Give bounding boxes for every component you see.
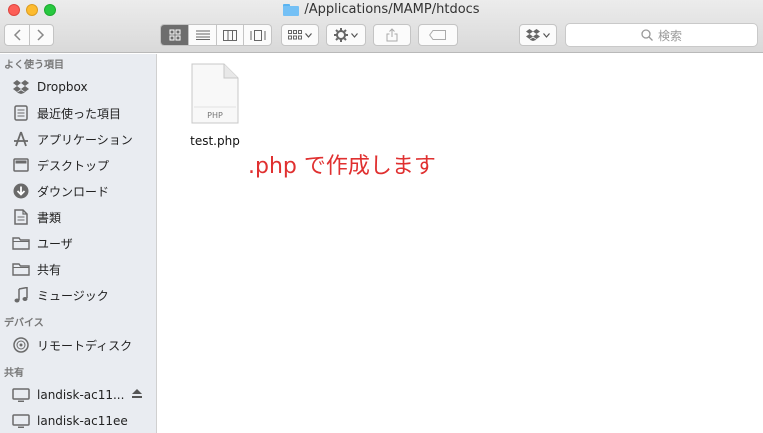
folder-icon — [12, 234, 30, 252]
dropbox-icon — [12, 78, 30, 96]
sidebar-item-label: アプリケーション — [37, 132, 133, 147]
php-file-icon: PHP — [191, 63, 239, 124]
gear-icon — [334, 28, 348, 42]
sidebar-item-remote-disc[interactable]: リモートディスク — [0, 332, 156, 358]
tags-button[interactable] — [418, 24, 458, 46]
recents-icon — [12, 104, 30, 122]
sidebar-item-label: ダウンロード — [37, 184, 110, 199]
search-placeholder: 検索 — [657, 28, 682, 43]
sidebar-item-user[interactable]: ユーザ — [0, 230, 156, 256]
sidebar-section-devices: デバイス — [4, 318, 44, 329]
sidebar-item-label: ミュージック — [37, 288, 109, 303]
sidebar-item-label: 最近使った項目 — [37, 106, 122, 121]
search-field[interactable]: 検索 — [565, 23, 758, 47]
chevron-down-icon — [351, 32, 358, 38]
sidebar-item-desktop[interactable]: デスクトップ — [0, 152, 156, 178]
columns-icon — [223, 29, 238, 41]
dropbox-toolbar-button[interactable] — [519, 24, 557, 46]
tag-icon — [429, 30, 446, 40]
sidebar-item-label: landisk-ac11... — [37, 388, 125, 402]
sidebar-item-label: landisk-ac11ee — [37, 414, 128, 428]
documents-icon — [12, 208, 30, 226]
search-icon — [641, 29, 653, 41]
file-type-label: PHP — [207, 111, 223, 120]
arrange-button[interactable] — [281, 24, 319, 46]
title-bar: /Applications/MAMP/htdocs 検索 — [0, 0, 763, 53]
chevron-down-icon — [543, 32, 550, 38]
sidebar-item-network-1[interactable]: landisk-ac11... — [0, 382, 156, 408]
applications-icon — [12, 130, 30, 148]
desktop-icon — [12, 156, 30, 174]
view-mode-control — [160, 24, 272, 46]
sidebar-item-network-2[interactable]: landisk-ac11ee — [0, 408, 156, 433]
forward-button[interactable] — [28, 25, 53, 45]
list-view-button[interactable] — [188, 25, 216, 45]
window-title: /Applications/MAMP/htdocs — [0, 2, 763, 17]
cover-flow-icon — [250, 29, 266, 41]
downloads-icon — [12, 182, 30, 200]
sidebar-item-applications[interactable]: アプリケーション — [0, 126, 156, 152]
grid-icon — [169, 29, 181, 41]
column-view-button[interactable] — [215, 25, 244, 45]
window-title-text: /Applications/MAMP/htdocs — [304, 2, 480, 17]
action-button[interactable] — [326, 24, 366, 46]
file-browser-content: PHP test.php .php で作成します — [158, 54, 763, 433]
network-computer-icon — [12, 412, 30, 430]
sidebar-section-favorites: よく使う項目 — [4, 60, 64, 71]
sidebar-item-downloads[interactable]: ダウンロード — [0, 178, 156, 204]
sidebar-item-dropbox[interactable]: Dropbox — [0, 74, 156, 100]
sidebar-item-label: 書類 — [37, 210, 62, 225]
sidebar-item-documents[interactable]: 書類 — [0, 204, 156, 230]
chevron-left-icon — [13, 29, 21, 41]
icon-view-button[interactable] — [161, 25, 189, 45]
share-button[interactable] — [373, 24, 411, 46]
gallery-view-button[interactable] — [243, 25, 271, 45]
back-forward-control — [4, 24, 54, 46]
file-name: test.php — [190, 134, 240, 148]
chevron-down-icon — [305, 32, 312, 38]
music-icon — [12, 286, 30, 304]
sidebar-item-label: デスクトップ — [37, 158, 110, 173]
sidebar-item-music[interactable]: ミュージック — [0, 282, 156, 308]
sidebar-item-label: 共有 — [37, 262, 62, 277]
sidebar-item-label: ユーザ — [37, 236, 73, 251]
eject-icon[interactable] — [132, 389, 142, 401]
folder-icon — [12, 260, 30, 278]
sidebar-item-recents[interactable]: 最近使った項目 — [0, 100, 156, 126]
share-icon — [386, 28, 398, 42]
remote-disc-icon — [12, 336, 30, 354]
list-icon — [195, 30, 210, 40]
annotation-text: .php で作成します — [248, 154, 436, 179]
dropbox-icon — [526, 29, 540, 41]
sidebar: よく使う項目 Dropbox 最近使った項目 アプリケーション デスクトップ ダ… — [0, 54, 157, 433]
folder-icon — [283, 3, 300, 16]
sidebar-item-label: Dropbox — [37, 80, 88, 94]
sidebar-section-shared: 共有 — [4, 368, 24, 379]
sidebar-item-label: リモートディスク — [37, 338, 133, 353]
network-computer-icon — [12, 386, 30, 404]
sidebar-item-shared-folder[interactable]: 共有 — [0, 256, 156, 282]
chevron-right-icon — [37, 29, 45, 41]
back-button[interactable] — [5, 25, 29, 45]
arrange-grid-icon — [288, 30, 302, 40]
